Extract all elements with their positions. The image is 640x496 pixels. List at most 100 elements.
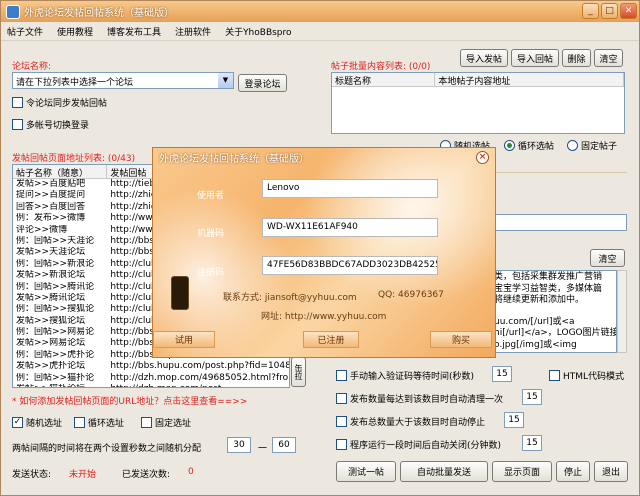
loop-post-label: 循环选帖 [518,142,555,152]
auto-stop-checkbox[interactable]: 发布总数量大于该数目时自动停止 [336,415,485,428]
url-list-row[interactable]: 发帖>>虎扑论坛 http://bbs.hupu.com/post.php?fid… [13,361,289,372]
html-mode-checkbox[interactable]: HTML代码模式 [549,369,624,382]
checkbox-box[interactable] [336,416,347,427]
col-local-path[interactable]: 本地帖子内容地址 [435,73,624,86]
radio-dot[interactable] [567,140,578,151]
url-row-url: http://dzh.mop.com/post... [107,384,289,387]
auto-clear-input[interactable]: 15 [522,389,542,405]
user-field[interactable]: Lenovo [262,179,438,198]
url-row-name: 提问>>百度提问 [16,190,86,201]
interval-label: 两帖间隔的时间将在两个设置秒数之间随机分配 [12,444,202,454]
url-row-name: 发帖>>天涯论坛 [16,247,86,258]
import-reply-button[interactable]: 导入回帖 [511,49,559,67]
html-mode-label: HTML代码模式 [563,372,625,382]
fixed-select-checkbox[interactable]: 固定选址 [141,416,191,429]
content-line: 宝宝学习益智类，多媒体篇 [494,283,603,294]
content-line: o.jpg[/img]或<img [494,339,577,350]
checkbox-box[interactable] [336,393,347,404]
content-line: hi[/url]</a>，LOGO图片链接 [494,328,617,338]
captcha-wait-checkbox[interactable]: 手动输入验证码等待时间(秒数) [336,369,474,382]
interval-min-input[interactable]: 30 [227,437,251,453]
batch-list[interactable]: 标题名称 本地帖子内容地址 [331,72,625,134]
stop-button[interactable]: 停止 [556,461,590,482]
menu-tutorial[interactable]: 使用教程 [57,25,93,38]
minimize-button[interactable]: _ [582,3,599,19]
chevron-down-icon[interactable]: ▼ [218,73,233,88]
menu-file[interactable]: 帖子文件 [7,25,43,38]
registration-dialog: 外虎论坛发帖回帖系统（基础版） × 使用者 Lenovo 机器码 WD-WX11… [152,147,496,358]
test-post-button[interactable]: 测试一帖 [336,461,396,482]
content-title-input[interactable] [491,214,627,231]
loop-post-radio[interactable]: 循环选帖 [504,139,554,152]
content-scrollbar[interactable] [617,270,627,353]
loop-select-checkbox[interactable]: 循环选址 [74,416,124,429]
login-forum-button[interactable]: 登录论坛 [238,74,287,92]
auto-clear-checkbox[interactable]: 发布数量每达到该数目时自动清理一次 [336,392,503,405]
content-textarea[interactable]: 类，包括采集群发推广营销 宝宝学习益智类，多媒体篇 将继续更新和添加中。 uu.… [491,270,617,353]
multi-account-checkbox[interactable]: 多帐号切换登录 [12,118,89,131]
close-button[interactable]: ✕ [620,3,637,19]
machine-code-field[interactable]: WD-WX11E61AF940 [262,218,438,237]
url-row-name: 例：回帖>>新浪论 [16,258,95,269]
menu-register[interactable]: 注册软件 [175,25,211,38]
maximize-button[interactable]: □ [601,3,618,19]
checkbox-box[interactable] [12,119,23,130]
url-row-name: 例：回帖>>搜狐论 [16,304,95,315]
title-bar[interactable]: 外虎论坛发帖回帖系统（基础版） _ □ ✕ [1,1,639,22]
show-page-button[interactable]: 显示页面 [492,461,552,482]
random-select-checkbox[interactable]: ✓ 随机选址 [12,416,62,429]
random-select-label: 随机选址 [26,419,63,429]
radio-dot[interactable] [504,140,515,151]
exit-button[interactable]: 退出 [594,461,628,482]
auto-close-checkbox[interactable]: 程序运行一段时间后自动关闭(分钟数) [336,438,501,451]
url-row-name: 例：回帖>>虎扑论 [16,349,95,360]
forum-select[interactable]: 请在下拉列表中选择一个论坛 ▼ [12,72,234,89]
sent-count-label: 已发送次数: [122,470,171,480]
auto-batch-send-button[interactable]: 自动批量发送 [400,461,488,482]
menu-about[interactable]: 关于YhoBBspro [225,25,291,38]
url-row-name: 发帖>>虎扑论坛 [16,361,86,372]
checkbox-box[interactable] [74,417,85,428]
checkbox-box[interactable] [12,97,23,108]
batch-list-header: 标题名称 本地帖子内容地址 [332,73,624,87]
col-post-name[interactable]: 帖子名称（随意） [13,165,108,178]
help-link[interactable]: * 如何添加发帖回帖页面的URL地址？点击这里查看==>> [12,394,247,407]
url-row-name: 评论>>微博 [16,224,68,235]
interval-max-input[interactable]: 60 [272,437,296,453]
auto-close-input[interactable]: 15 [522,435,542,451]
url-row-name: 例：回帖>>网易论 [16,327,95,338]
buy-button[interactable]: 购买 [430,331,492,348]
clear-batch-button[interactable]: 清空 [594,49,623,67]
auto-clear-label: 发布数量每达到该数目时自动清理一次 [350,395,504,405]
url-row-name: 回答>>百度回答 [16,201,86,212]
send-status-value: 未开始 [69,470,97,480]
captcha-wait-input[interactable]: 15 [492,366,512,382]
col-title[interactable]: 标题名称 [332,73,436,86]
url-list-row[interactable]: 发帖>>猫扑论坛http://dzh.mop.com/post... [13,384,289,387]
checkbox-box[interactable] [336,439,347,450]
batch-list-label: 帖子批量内容列表: (0/0) [331,62,431,72]
checkbox-box[interactable] [141,417,152,428]
forum-name-label: 论坛名称: [12,62,52,72]
trial-button[interactable]: 试用 [153,331,215,348]
auto-stop-input[interactable]: 15 [504,412,524,428]
qq-text: QQ: 46976367 [378,290,444,300]
menu-blog-tool[interactable]: 博客发布工具 [107,25,161,38]
checkbox-box[interactable]: ✓ [12,417,23,428]
content-line: uu.com/[/url]或<a [494,316,575,327]
reg-code-label: 注册码 [197,268,225,278]
dialog-close-icon[interactable]: × [476,151,489,164]
checkbox-box[interactable] [336,370,347,381]
url-list-row[interactable]: 例：回帖>>猫扑论 http://dzh.mop.com/49685052.htm… [13,373,289,384]
import-post-button[interactable]: 导入发帖 [460,49,508,67]
registered-button[interactable]: 已注册 [303,331,359,348]
forum-select-value: 请在下拉列表中选择一个论坛 [16,78,134,88]
clear-content-button[interactable]: 清空 [590,249,625,267]
side-tab-button[interactable]: 缶拉 [291,357,306,387]
loop-select-label: 循环选址 [88,419,125,429]
fixed-post-radio[interactable]: 固定帖子 [567,139,617,152]
reg-code-field[interactable]: 47FE56D83BBDC67ADD3023DB425258A7 [262,256,438,275]
checkbox-box[interactable] [549,370,560,381]
delete-button[interactable]: 删除 [562,49,591,67]
sync-checkbox[interactable]: 令论坛同步发帖回帖 [12,96,107,109]
